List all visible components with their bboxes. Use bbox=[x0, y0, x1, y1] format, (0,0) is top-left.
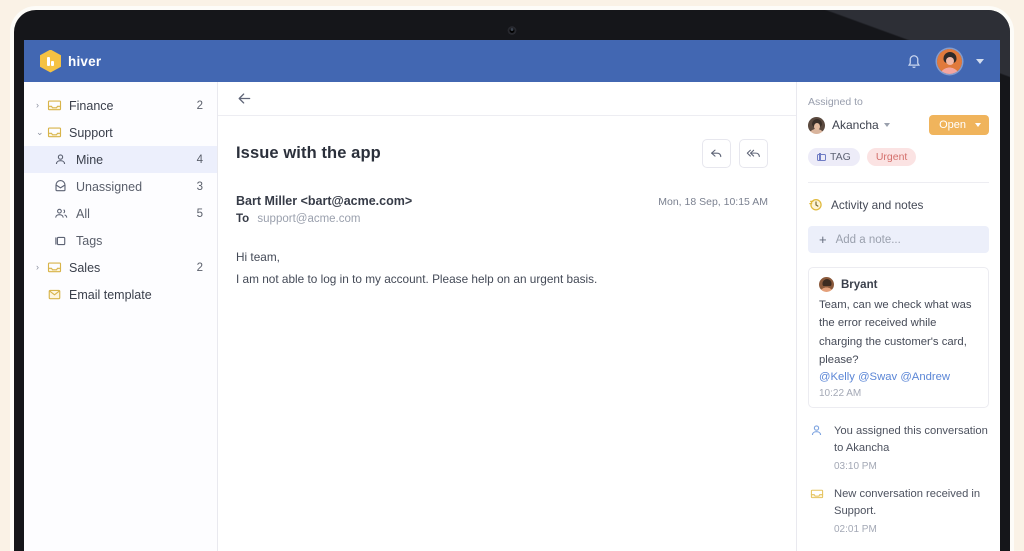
inbox-icon bbox=[47, 261, 66, 274]
note-mentions[interactable]: @Kelly @Swav @Andrew bbox=[819, 371, 978, 383]
tag-list: TAG Urgent bbox=[808, 148, 989, 166]
chevron-right-icon: › bbox=[36, 100, 39, 110]
app-topbar: hiver bbox=[24, 40, 1000, 82]
hiver-logo[interactable]: hiver bbox=[40, 49, 102, 73]
person-icon bbox=[54, 153, 73, 166]
bell-icon[interactable] bbox=[905, 52, 923, 70]
urgent-chip[interactable]: Urgent bbox=[866, 148, 917, 166]
sidebar-item-sales[interactable]: › Sales 2 bbox=[24, 254, 217, 281]
chevron-down-icon[interactable] bbox=[976, 58, 984, 64]
sidebar-item-unassigned[interactable]: Unassigned 3 bbox=[24, 173, 217, 200]
message-line: Hi team, bbox=[236, 250, 280, 264]
activity-text: You assigned this conversation to Akanch… bbox=[834, 425, 988, 455]
brand-name: hiver bbox=[68, 53, 102, 69]
sidebar-item-label: Unassigned bbox=[76, 179, 143, 194]
laptop-frame: hiver › Finance 2 ⌄ Support Mine 4 Unass… bbox=[14, 10, 1010, 551]
chevron-down-icon: ⌄ bbox=[36, 127, 44, 137]
page-title: Issue with the app bbox=[236, 144, 381, 162]
message-body: Hi team, I am not able to log in to my a… bbox=[236, 247, 768, 291]
activity-item: You assigned this conversation to Akanch… bbox=[808, 423, 989, 472]
chevron-down-icon bbox=[975, 123, 981, 127]
conversation-toolbar bbox=[218, 82, 796, 116]
back-arrow-icon[interactable] bbox=[236, 90, 253, 107]
status-label: Open bbox=[939, 119, 966, 131]
sidebar-item-label: Support bbox=[69, 125, 113, 140]
activity-header: Activity and notes bbox=[808, 197, 989, 212]
tag-chip[interactable]: TAG bbox=[808, 148, 860, 166]
sidebar-item-label: Finance bbox=[69, 98, 114, 113]
avatar[interactable] bbox=[937, 48, 962, 74]
sidebar-item-count: 3 bbox=[196, 180, 203, 193]
sidebar: › Finance 2 ⌄ Support Mine 4 Unassigned … bbox=[24, 82, 218, 551]
divider bbox=[808, 182, 989, 183]
assignee-row: Akancha Open bbox=[808, 115, 989, 135]
message-timestamp: Mon, 18 Sep, 10:15 AM bbox=[658, 196, 768, 208]
tag-icon bbox=[54, 235, 73, 247]
to-label: To bbox=[236, 213, 250, 225]
sidebar-item-label: Sales bbox=[69, 260, 101, 275]
status-badge[interactable]: Open bbox=[929, 115, 989, 135]
inbox-icon bbox=[47, 99, 66, 112]
reply-icon bbox=[711, 149, 722, 158]
sidebar-item-label: Tags bbox=[76, 233, 103, 248]
hiver-hex-icon bbox=[40, 49, 61, 73]
message-line: I am not able to log in to my account. P… bbox=[236, 271, 598, 286]
add-note-placeholder: Add a note... bbox=[835, 233, 901, 246]
sidebar-item-tags[interactable]: Tags bbox=[24, 227, 217, 254]
note-timestamp: 10:22 AM bbox=[819, 388, 862, 400]
activity-timestamp: 02:01 PM bbox=[834, 524, 877, 536]
inbox-icon bbox=[810, 486, 825, 535]
tag-icon bbox=[817, 153, 826, 161]
assigned-to-label: Assigned to bbox=[808, 96, 863, 108]
sidebar-item-mine[interactable]: Mine 4 bbox=[24, 146, 217, 173]
note-card: Bryant Team, can we check what was the e… bbox=[808, 267, 989, 409]
note-text: Team, can we check what was the error re… bbox=[819, 299, 972, 366]
avatar bbox=[819, 277, 834, 292]
app-screen: hiver › Finance 2 ⌄ Support Mine 4 Unass… bbox=[24, 40, 1000, 551]
chevron-right-icon: › bbox=[36, 262, 39, 272]
reply-all-button[interactable] bbox=[739, 139, 768, 168]
add-note-input[interactable]: + Add a note... bbox=[808, 226, 989, 253]
details-panel: Assigned to Akancha Open TAG Urgent Acti… bbox=[797, 82, 1000, 551]
activity-item: New conversation received in Support. 02… bbox=[808, 486, 989, 535]
avatar bbox=[808, 116, 825, 134]
chevron-down-icon[interactable] bbox=[883, 123, 890, 127]
note-author: Bryant bbox=[841, 278, 878, 291]
plus-icon: + bbox=[819, 232, 827, 247]
sidebar-item-finance[interactable]: › Finance 2 bbox=[24, 92, 217, 119]
tag-label: TAG bbox=[830, 151, 851, 163]
people-icon bbox=[54, 207, 73, 220]
reply-all-icon bbox=[746, 149, 760, 158]
recipient-address: support@acme.com bbox=[257, 213, 361, 225]
sidebar-item-label: Mine bbox=[76, 152, 104, 167]
sidebar-item-email-template[interactable]: Email template bbox=[24, 281, 217, 308]
sidebar-item-label: All bbox=[76, 206, 90, 221]
sidebar-item-count: 2 bbox=[196, 99, 203, 112]
template-icon bbox=[47, 288, 66, 301]
sidebar-item-count: 5 bbox=[196, 207, 203, 220]
conversation-pane: Issue with the app Bart Miller <bart@acm… bbox=[218, 82, 797, 551]
sender-address: Bart Miller <bart@acme.com> bbox=[236, 194, 413, 208]
sidebar-item-label: Email template bbox=[69, 287, 152, 302]
unassigned-icon bbox=[54, 180, 73, 193]
webcam-icon bbox=[507, 26, 517, 35]
assignee-name[interactable]: Akancha bbox=[832, 118, 879, 132]
sidebar-item-support[interactable]: ⌄ Support bbox=[24, 119, 217, 146]
inbox-icon bbox=[47, 126, 66, 139]
person-icon bbox=[810, 423, 825, 472]
sidebar-item-count: 2 bbox=[196, 261, 203, 274]
activity-timestamp: 03:10 PM bbox=[834, 461, 877, 473]
activity-text: New conversation received in Support. bbox=[834, 488, 981, 518]
history-icon bbox=[809, 199, 822, 211]
activity-title: Activity and notes bbox=[831, 197, 924, 212]
tag-label: Urgent bbox=[875, 151, 908, 163]
sidebar-item-all[interactable]: All 5 bbox=[24, 200, 217, 227]
sidebar-item-count: 4 bbox=[196, 153, 203, 166]
reply-button[interactable] bbox=[702, 139, 731, 168]
